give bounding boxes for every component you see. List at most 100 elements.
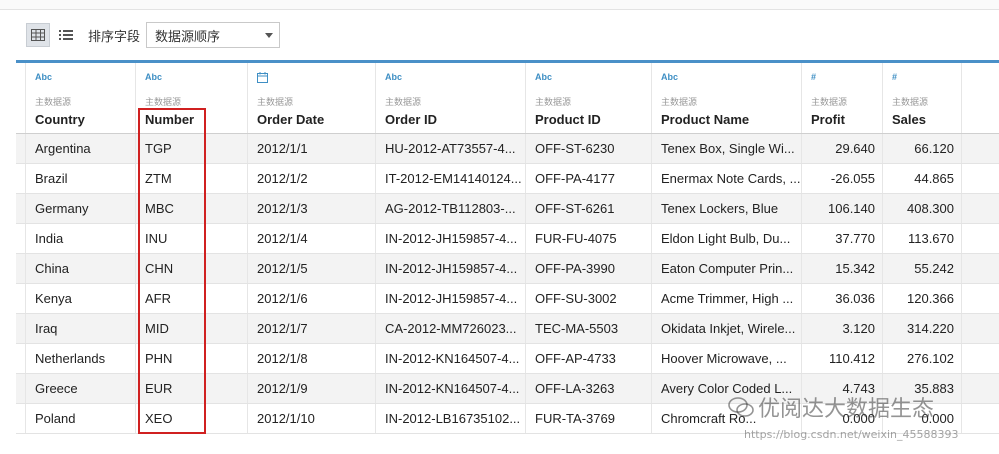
column-header-sales[interactable]: # 主数据源 Sales <box>883 63 962 133</box>
list-view-button[interactable] <box>54 23 78 47</box>
column-header-order-id[interactable]: Abc 主数据源 Order ID <box>376 63 526 133</box>
table-cell[interactable]: IN-2012-KN164507-4... <box>376 344 526 373</box>
table-cell[interactable]: FUR-FU-4075 <box>526 224 652 253</box>
table-cell[interactable]: ZTM <box>136 164 248 193</box>
table-cell[interactable]: 276.102 <box>883 344 962 373</box>
table-cell[interactable]: AG-2012-TB112803-... <box>376 194 526 223</box>
table-cell[interactable]: Hoover Microwave, ... <box>652 344 802 373</box>
table-cell[interactable]: 36.036 <box>802 284 883 313</box>
table-cell[interactable]: 2012/1/3 <box>248 194 376 223</box>
table-cell[interactable]: Netherlands <box>26 344 136 373</box>
table-cell[interactable]: Argentina <box>26 134 136 163</box>
table-cell[interactable]: 314.220 <box>883 314 962 343</box>
table-cell[interactable]: IN-2012-JH159857-4... <box>376 254 526 283</box>
column-name: Profit <box>811 112 845 127</box>
column-header-product-name[interactable]: Abc 主数据源 Product Name <box>652 63 802 133</box>
table-cell[interactable]: 2012/1/2 <box>248 164 376 193</box>
table-cell[interactable]: Kenya <box>26 284 136 313</box>
table-cell[interactable]: 15.342 <box>802 254 883 283</box>
table-cell[interactable]: IN-2012-JH159857-4... <box>376 284 526 313</box>
column-header-profit[interactable]: # 主数据源 Profit <box>802 63 883 133</box>
table-cell[interactable]: -26.055 <box>802 164 883 193</box>
table-cell[interactable]: OFF-AP-4733 <box>526 344 652 373</box>
table-cell[interactable]: IN-2012-JH159857-4... <box>376 224 526 253</box>
table-row[interactable]: India INU 2012/1/4 IN-2012-JH159857-4... FUR… <box>16 224 999 254</box>
table-row[interactable]: China CHN 2012/1/5 IN-2012-JH159857-4... OFF… <box>16 254 999 284</box>
column-header-number[interactable]: Abc 主数据源 Number <box>136 63 248 133</box>
table-row[interactable]: Kenya AFR 2012/1/6 IN-2012-JH159857-4... OFF… <box>16 284 999 314</box>
table-cell[interactable]: 2012/1/4 <box>248 224 376 253</box>
table-row[interactable]: Netherlands PHN 2012/1/8 IN-2012-KN164507-4… <box>16 344 999 374</box>
sort-field-select[interactable]: 数据源顺序 <box>146 22 281 48</box>
column-source: 主数据源 <box>661 98 698 108</box>
table-cell[interactable]: EUR <box>136 374 248 403</box>
row-header-spacer <box>16 374 26 403</box>
table-cell[interactable]: 2012/1/10 <box>248 404 376 433</box>
table-cell[interactable]: AFR <box>136 284 248 313</box>
table-cell[interactable]: TGP <box>136 134 248 163</box>
table-cell[interactable]: CHN <box>136 254 248 283</box>
table-cell[interactable]: 2012/1/9 <box>248 374 376 403</box>
table-row[interactable]: Iraq MID 2012/1/7 CA-2012-MM726023... TEC-MA… <box>16 314 999 344</box>
table-cell[interactable]: 29.640 <box>802 134 883 163</box>
table-row[interactable]: Brazil ZTM 2012/1/2 IT-2012-EM14140124... OF… <box>16 164 999 194</box>
table-cell[interactable]: XEO <box>136 404 248 433</box>
table-cell[interactable]: MID <box>136 314 248 343</box>
table-cell[interactable]: 113.670 <box>883 224 962 253</box>
row-header-spacer <box>16 344 26 373</box>
table-cell[interactable]: IN-2012-LB16735102... <box>376 404 526 433</box>
table-cell[interactable]: 55.242 <box>883 254 962 283</box>
data-grid: Abc 主数据源 Country Abc 主数据源 Number 主数据源 Or… <box>16 60 999 434</box>
table-cell[interactable]: Brazil <box>26 164 136 193</box>
table-cell[interactable]: Eaton Computer Prin... <box>652 254 802 283</box>
table-cell[interactable]: OFF-SU-3002 <box>526 284 652 313</box>
table-cell[interactable]: 44.865 <box>883 164 962 193</box>
table-cell[interactable]: OFF-PA-3990 <box>526 254 652 283</box>
table-cell[interactable]: 37.770 <box>802 224 883 253</box>
table-cell[interactable]: Tenex Lockers, Blue <box>652 194 802 223</box>
table-cell[interactable]: India <box>26 224 136 253</box>
table-cell[interactable]: CA-2012-MM726023... <box>376 314 526 343</box>
table-cell[interactable]: MBC <box>136 194 248 223</box>
table-cell[interactable]: HU-2012-AT73557-4... <box>376 134 526 163</box>
table-cell[interactable]: PHN <box>136 344 248 373</box>
table-cell[interactable]: Germany <box>26 194 136 223</box>
table-cell[interactable]: IN-2012-KN164507-4... <box>376 374 526 403</box>
table-cell[interactable]: TEC-MA-5503 <box>526 314 652 343</box>
table-cell[interactable]: FUR-TA-3769 <box>526 404 652 433</box>
table-row[interactable]: Germany MBC 2012/1/3 AG-2012-TB112803-... OF… <box>16 194 999 224</box>
table-cell[interactable]: OFF-LA-3263 <box>526 374 652 403</box>
table-cell[interactable]: 2012/1/6 <box>248 284 376 313</box>
table-cell[interactable]: 2012/1/5 <box>248 254 376 283</box>
table-cell[interactable]: 2012/1/1 <box>248 134 376 163</box>
table-cell[interactable]: 3.120 <box>802 314 883 343</box>
table-row[interactable]: Argentina TGP 2012/1/1 HU-2012-AT73557-4...… <box>16 134 999 164</box>
table-cell[interactable]: OFF-ST-6230 <box>526 134 652 163</box>
column-header-country[interactable]: Abc 主数据源 Country <box>26 63 136 133</box>
column-header-product-id[interactable]: Abc 主数据源 Product ID <box>526 63 652 133</box>
table-cell[interactable]: IT-2012-EM14140124... <box>376 164 526 193</box>
table-cell[interactable]: INU <box>136 224 248 253</box>
table-cell[interactable]: China <box>26 254 136 283</box>
grid-view-button[interactable] <box>26 23 50 47</box>
table-cell[interactable]: Enermax Note Cards, ... <box>652 164 802 193</box>
column-source: 主数据源 <box>145 98 182 108</box>
table-cell[interactable]: Okidata Inkjet, Wirele... <box>652 314 802 343</box>
table-cell[interactable]: Eldon Light Bulb, Du... <box>652 224 802 253</box>
table-cell[interactable]: 2012/1/7 <box>248 314 376 343</box>
table-cell[interactable]: Acme Trimmer, High ... <box>652 284 802 313</box>
table-cell[interactable]: 106.140 <box>802 194 883 223</box>
table-cell[interactable]: 110.412 <box>802 344 883 373</box>
table-cell[interactable]: OFF-PA-4177 <box>526 164 652 193</box>
table-cell[interactable]: 2012/1/8 <box>248 344 376 373</box>
table-cell[interactable]: Tenex Box, Single Wi... <box>652 134 802 163</box>
table-cell[interactable]: OFF-ST-6261 <box>526 194 652 223</box>
table-cell[interactable]: 66.120 <box>883 134 962 163</box>
table-cell[interactable]: 120.366 <box>883 284 962 313</box>
table-cell[interactable]: Iraq <box>26 314 136 343</box>
table-cell[interactable]: Poland <box>26 404 136 433</box>
column-source: 主数据源 <box>35 98 72 108</box>
table-cell[interactable]: 408.300 <box>883 194 962 223</box>
column-header-order-date[interactable]: 主数据源 Order Date <box>248 63 376 133</box>
table-cell[interactable]: Greece <box>26 374 136 403</box>
